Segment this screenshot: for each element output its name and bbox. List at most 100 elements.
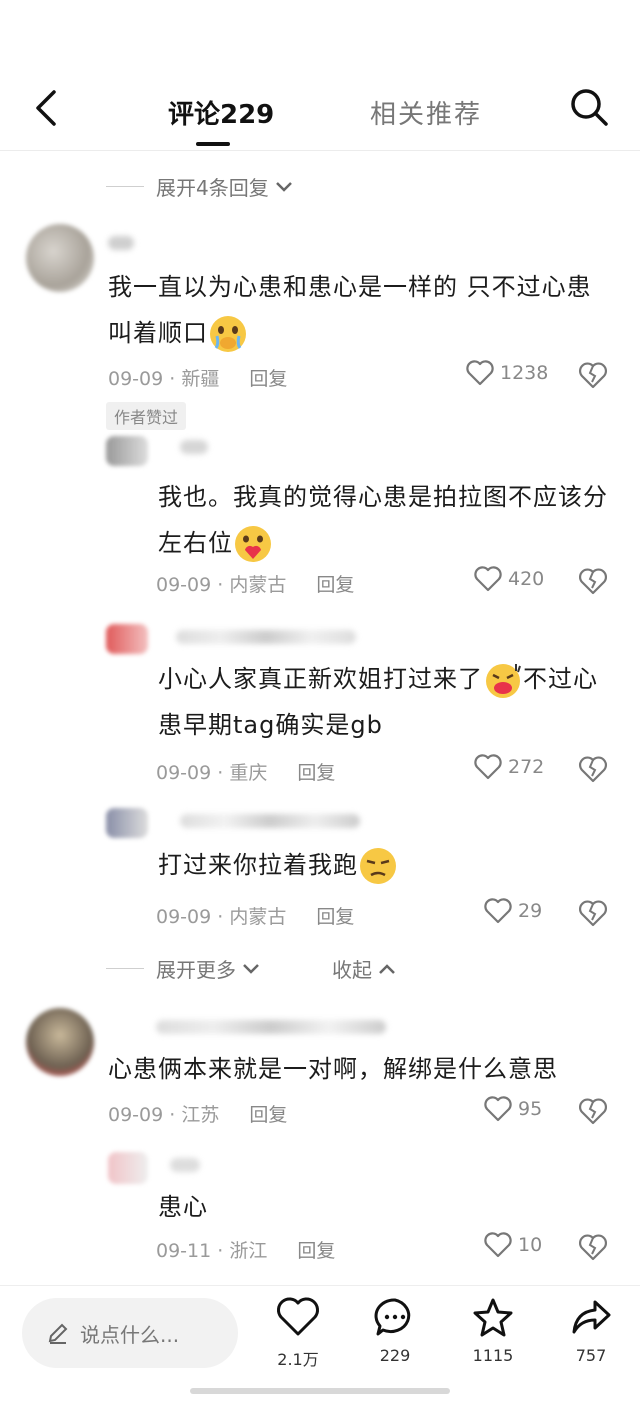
comment-input[interactable]: 说点什么... [22,1298,238,1368]
comment-location: 内蒙古 [229,574,287,596]
comment-text: 患心 [158,1193,208,1221]
post-comment-count: 229 [379,1346,411,1365]
heart-hug-emoji-icon [235,526,271,562]
reply-button[interactable]: 回复 [297,762,335,784]
like-count: 95 [518,1098,543,1120]
reply-button[interactable]: 回复 [316,574,354,596]
comment-date: 09-09 [108,368,164,390]
reply-button[interactable]: 回复 [297,1240,335,1262]
post-like-count: 2.1万 [277,1350,319,1369]
comment-text-content: 打过来你拉着我跑 [158,851,358,879]
share-button[interactable]: 757 [551,1296,631,1365]
reply-button[interactable]: 回复 [249,1104,287,1126]
username-blurred[interactable] [176,630,356,644]
top-navigation: 评论229 相关推荐 [0,60,640,151]
comment-meta: 09-09 · 重庆 回复 [156,762,336,784]
comment-input-placeholder: 说点什么... [80,1322,180,1347]
like-count: 272 [508,756,545,778]
like-button[interactable]: 272 [474,754,544,780]
comment-location: 内蒙古 [229,906,287,928]
avatar[interactable] [26,1008,94,1076]
comment-text: 我也。我真的觉得心患是拍拉图不应该分左右位 [158,474,608,566]
dislike-icon[interactable] [578,1096,608,1126]
comment-text-content: 我也。我真的觉得心患是拍拉图不应该分左右位 [158,483,608,557]
like-button[interactable]: 1238 [466,360,548,386]
like-count: 420 [508,568,545,590]
avatar[interactable] [108,1152,148,1184]
chevron-down-icon [243,963,259,974]
expand-more-button[interactable]: 展开更多 [106,954,260,983]
like-count: 10 [518,1234,543,1256]
back-arrow-icon[interactable] [30,88,66,128]
like-count: 29 [518,900,543,922]
chevron-down-icon [275,181,292,192]
expand-more-label: 展开更多 [156,958,236,982]
like-button[interactable]: 95 [484,1096,542,1122]
username-blurred[interactable] [108,236,134,250]
post-favorite-count: 1115 [472,1346,514,1365]
comment-text: 心患俩本来就是一对啊，解绑是什么意思 [108,1055,558,1083]
like-button[interactable]: 10 [484,1232,542,1258]
heart-icon [474,754,502,780]
expand-replies-button[interactable]: 展开4条回复 [106,172,293,201]
dislike-icon[interactable] [578,566,608,596]
like-button[interactable]: 420 [474,566,544,592]
like-button[interactable]: 29 [484,898,542,924]
search-icon[interactable] [568,86,610,128]
collapse-button[interactable]: 收起 [332,954,396,983]
username-blurred[interactable] [156,1020,386,1034]
comment-meta: 09-11 · 浙江 回复 [156,1240,336,1262]
comment-meta: 09-09 · 江苏 回复 [108,1104,288,1126]
comment-date: 09-11 [156,1240,212,1262]
heart-icon [484,1096,512,1122]
heart-icon [484,898,512,924]
share-arrow-icon [572,1300,611,1334]
post-share-count: 757 [575,1346,607,1365]
tab-related[interactable]: 相关推荐 [370,94,482,131]
comment-location: 新疆 [181,368,220,390]
crying-emoji-icon [210,316,246,352]
comment-location: 浙江 [229,1240,268,1262]
pencil-icon [48,1323,68,1344]
avatar[interactable] [106,808,148,838]
avatar[interactable] [26,224,94,292]
username-blurred[interactable] [180,814,360,828]
comment-bubble-icon [374,1298,411,1336]
dislike-icon[interactable] [578,754,608,784]
comment-meta: 09-09 · 内蒙古 回复 [156,906,355,928]
comment-text: 我一直以为心患和患心是一样的 只不过心患叫着顺口 [108,264,608,356]
heart-icon [474,566,502,592]
comment-date: 09-09 [108,1104,164,1126]
like-post-button[interactable]: 2.1万 [258,1296,338,1370]
comment-text: 打过来你拉着我跑 [158,842,608,888]
tab-comments[interactable]: 评论229 [168,94,274,131]
comment-date: 09-09 [156,574,212,596]
divider [106,186,144,187]
comment-text-content: 小心人家真正新欢姐打过来了 [158,665,483,693]
comment-text: 小心人家真正新欢姐打过来了 不过心患早期tag确实是gb [158,656,608,748]
home-indicator [190,1388,450,1394]
expand-replies-label: 展开4条回复 [156,176,269,200]
dislike-icon[interactable] [578,1232,608,1262]
reply-button[interactable]: 回复 [316,906,354,928]
avatar[interactable] [106,436,148,466]
star-icon [473,1298,513,1337]
unamused-emoji-icon [360,848,396,884]
divider [106,968,144,969]
comment-text-content: 我一直以为心患和患心是一样的 只不过心患叫着顺口 [108,273,592,347]
heart-icon [484,1232,512,1258]
favorite-button[interactable]: 1115 [453,1296,533,1365]
comments-button[interactable]: 229 [355,1296,435,1365]
heart-icon [277,1297,319,1336]
reply-button[interactable]: 回复 [249,368,287,390]
dislike-icon[interactable] [578,360,608,390]
comment-meta: 09-09 · 新疆 回复 [108,368,288,390]
avatar[interactable] [106,624,148,654]
dislike-icon[interactable] [578,898,608,928]
username-blurred[interactable] [170,1158,200,1172]
comment-meta: 09-09 · 内蒙古 回复 [156,574,355,596]
username-blurred[interactable] [180,440,208,454]
author-liked-badge: 作者赞过 [106,402,187,430]
active-tab-indicator [196,142,230,146]
heart-icon [466,360,494,386]
